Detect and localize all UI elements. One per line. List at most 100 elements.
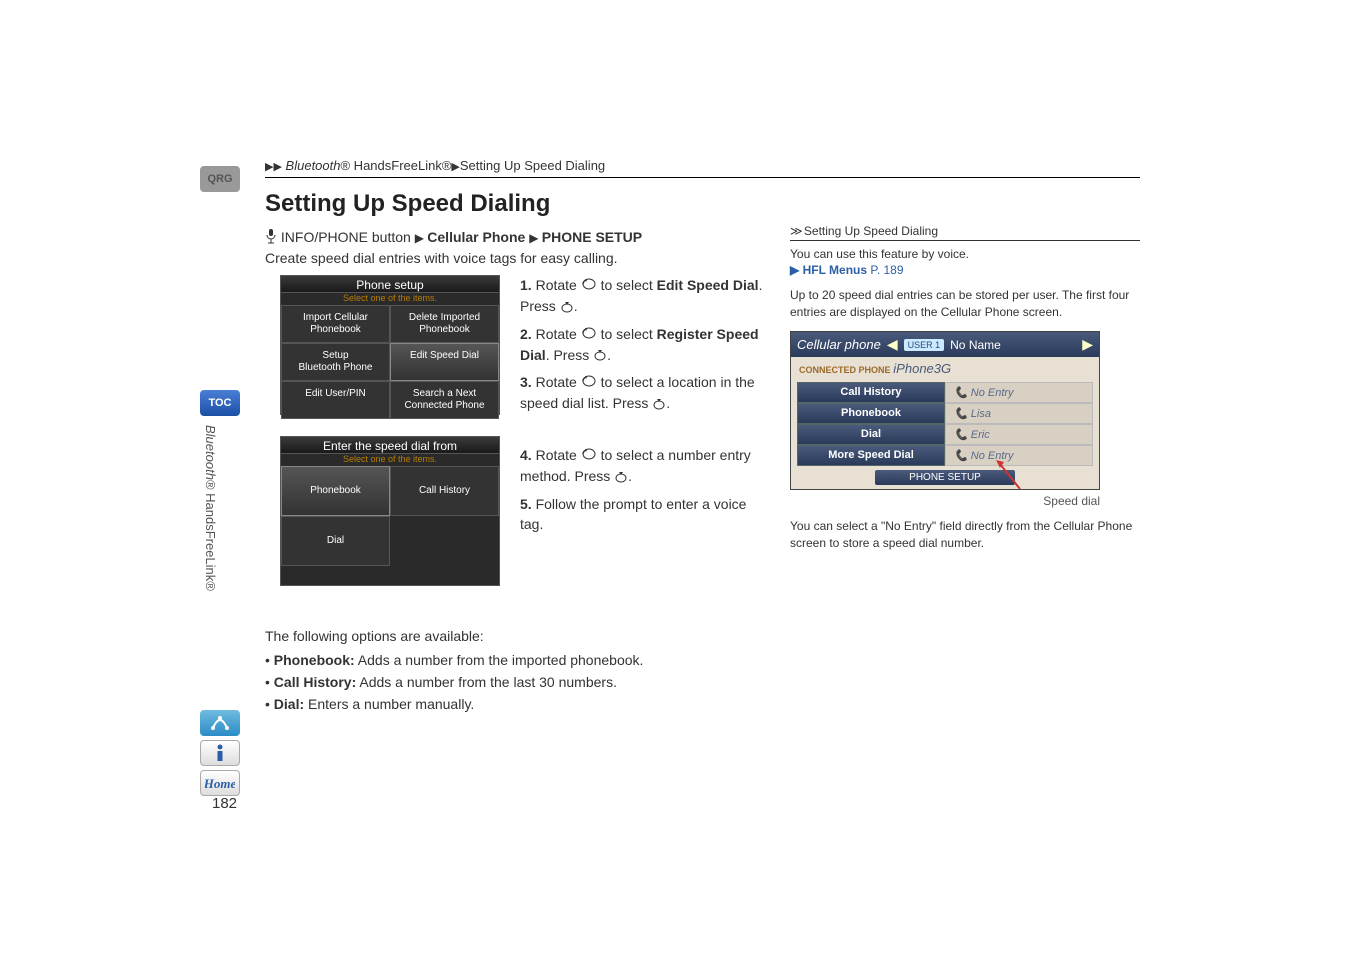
step-text: Follow the prompt to enter a voice tag. [520, 496, 746, 532]
tab-qrg[interactable]: QRG [200, 166, 240, 192]
step-text: Rotate [532, 447, 581, 463]
entry-text: No Entry [971, 387, 1014, 399]
step-text: . [574, 298, 578, 314]
steps-4-5: 4. Rotate to select a number entry metho… [520, 445, 770, 540]
step-text: . [628, 468, 632, 484]
sidebar-head-text: Setting Up Speed Dialing [804, 224, 938, 238]
rotate-knob-icon [581, 446, 597, 466]
step-bold: Edit Speed Dial [657, 277, 759, 293]
press-knob-icon [560, 298, 574, 318]
option-phonebook: Phonebook: Adds a number from the import… [265, 652, 643, 668]
menu-edit-user-pin: Edit User/PIN [281, 381, 390, 419]
sidebar-note: You can select a "No Entry" field direct… [790, 518, 1140, 552]
link-page: P. 189 [867, 263, 903, 277]
option-text: Adds a number from the imported phoneboo… [355, 652, 644, 668]
connected-phone-name: iPhone3G [893, 361, 951, 376]
menu-delete-imported: Delete ImportedPhonebook [390, 305, 499, 343]
option-label: Phonebook: [274, 652, 355, 668]
cel-title: Cellular phone [797, 337, 881, 352]
menu-empty [390, 516, 499, 566]
menu-setup-bluetooth: SetupBluetooth Phone [281, 343, 390, 381]
intro-text: Create speed dial entries with voice tag… [265, 250, 618, 266]
triangle-icon: ▶ [451, 160, 459, 173]
triangle-left-icon: ◀ [887, 336, 898, 353]
option-text: Adds a number from the last 30 numbers. [356, 674, 617, 690]
step-text: . Press [546, 347, 593, 363]
menu-call-history: Call History [797, 382, 945, 403]
speed-dial-3: 📞 Eric [945, 424, 1093, 445]
shot-title: Enter the speed dial from [281, 437, 499, 454]
triangle-icon: ▶▶ [265, 160, 282, 173]
breadcrumb-seg1-rest: ® HandsFreeLink® [340, 158, 451, 173]
nav-prefix: INFO/PHONE button [281, 229, 411, 245]
entry-text: Eric [971, 429, 990, 441]
speed-dial-label: Speed dial [790, 494, 1100, 508]
rotate-knob-icon [581, 373, 597, 393]
user-badge: USER 1 [904, 339, 945, 351]
speed-dial-2: 📞 Lisa [945, 403, 1093, 424]
press-knob-icon [652, 395, 666, 415]
step-num: 5. [520, 496, 532, 512]
options-list: Phonebook: Adds a number from the import… [265, 652, 643, 718]
breadcrumb: ▶▶ Bluetooth® HandsFreeLink®▶Setting Up … [265, 158, 1140, 178]
breadcrumb-seg1-italic: Bluetooth [286, 158, 341, 173]
step-text: . [607, 347, 611, 363]
sidebar-note: You can use this feature by voice. [790, 247, 1140, 261]
cel-titlebar: Cellular phone ◀ USER 1 No Name ▶ [791, 332, 1099, 357]
step-text: Rotate [532, 374, 581, 390]
step-5: 5. Follow the prompt to enter a voice ta… [520, 494, 770, 534]
cellular-phone-screenshot: Cellular phone ◀ USER 1 No Name ▶ CONNEC… [790, 331, 1100, 490]
page-title: Setting Up Speed Dialing [265, 190, 550, 218]
tab-home-icon[interactable]: Home [200, 770, 240, 796]
menu-phonebook: Phonebook [281, 466, 390, 516]
step-text: Rotate [532, 326, 581, 342]
menu-edit-speed-dial: Edit Speed Dial [390, 343, 499, 381]
nav-path: INFO/PHONE button ▶ Cellular Phone ▶ PHO… [265, 228, 642, 247]
step-num: 3. [520, 374, 532, 390]
option-text: Enters a number manually. [304, 696, 474, 712]
press-knob-icon [593, 346, 607, 366]
steps-1-3: 1. Rotate to select Edit Speed Dial. Pre… [520, 275, 770, 421]
rotate-knob-icon [581, 325, 597, 345]
mic-icon [265, 228, 277, 247]
option-dial: Dial: Enters a number manually. [265, 696, 643, 712]
step-3: 3. Rotate to select a location in the sp… [520, 372, 770, 415]
connected-badge: CONNECTED PHONE [799, 365, 891, 375]
speed-dial-1: 📞 No Entry [945, 382, 1093, 403]
no-name-text: No Name [950, 338, 1001, 352]
menu-dial: Dial [281, 516, 390, 566]
option-call-history: Call History: Adds a number from the las… [265, 674, 643, 690]
triangle-right-icon: ▶ [1082, 336, 1093, 353]
step-1: 1. Rotate to select Edit Speed Dial. Pre… [520, 275, 770, 318]
chevrons-icon: ≫ [790, 224, 801, 238]
connected-phone-row: CONNECTED PHONE iPhone3G [791, 357, 1099, 380]
enter-speed-dial-screenshot: Enter the speed dial from Select one of … [280, 436, 500, 586]
section-side-label: Bluetooth® HandsFreeLink® [203, 425, 218, 705]
shot-subtitle: Select one of the items. [281, 454, 499, 466]
menu-search-next: Search a NextConnected Phone [390, 381, 499, 419]
tab-info-icon[interactable] [200, 740, 240, 766]
triangle-icon: ▶ [529, 231, 542, 245]
menu-import-cellular: Import CellularPhonebook [281, 305, 390, 343]
shot-subtitle: Select one of the items. [281, 293, 499, 305]
shot-grid: Phonebook Call History Dial [281, 466, 499, 566]
shot-title: Phone setup [281, 276, 499, 293]
breadcrumb-seg2: Setting Up Speed Dialing [460, 158, 605, 173]
step-num: 2. [520, 326, 532, 342]
rotate-knob-icon [581, 276, 597, 296]
tab-settings-icon[interactable] [200, 710, 240, 736]
svg-text:Home: Home [205, 776, 235, 791]
sidebar-note: Up to 20 speed dial entries can be store… [790, 287, 1140, 321]
step-text: . [666, 395, 670, 411]
step-text: Rotate [532, 277, 581, 293]
menu-more-speed-dial: More Speed Dial [797, 445, 945, 466]
menu-call-history: Call History [390, 466, 499, 516]
phone-setup-screenshot: Phone setup Select one of the items. Imp… [280, 275, 500, 415]
tab-toc[interactable]: TOC [200, 390, 240, 416]
step-4: 4. Rotate to select a number entry metho… [520, 445, 770, 488]
sidebar-notes: ≫ Setting Up Speed Dialing You can use t… [790, 224, 1140, 552]
arrow-icon [990, 454, 1030, 494]
nav-seg2: PHONE SETUP [542, 229, 642, 245]
sidebar-heading: ≫ Setting Up Speed Dialing [790, 224, 1140, 241]
sidebar-link[interactable]: ▶ HFL Menus P. 189 [790, 263, 1140, 277]
